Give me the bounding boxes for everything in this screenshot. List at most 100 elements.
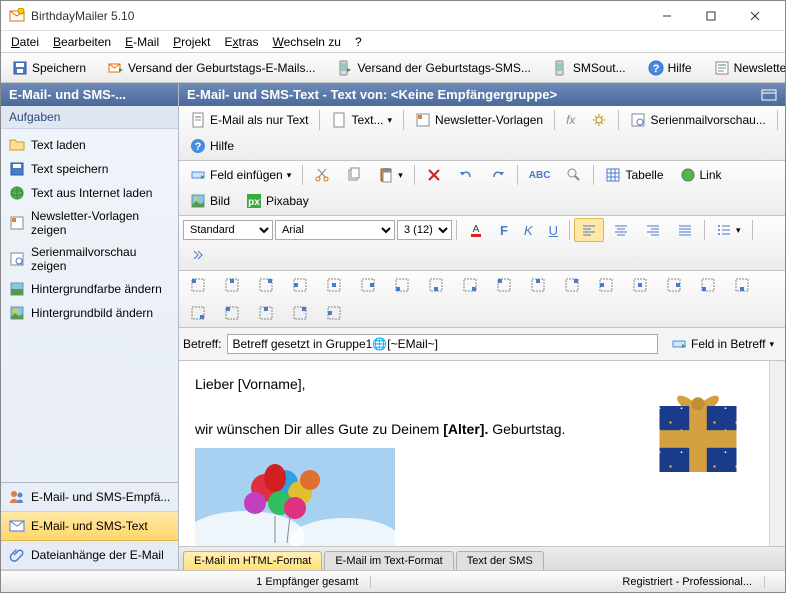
menu-help[interactable]: ? [349,33,368,51]
tab-sms[interactable]: Text der SMS [456,551,544,570]
align-center-button[interactable] [606,218,636,242]
vertical-scrollbar[interactable] [769,361,785,546]
insert-field-button[interactable]: Feld einfügen▾ [183,163,298,187]
layout-btn-11[interactable] [557,273,587,297]
task-text-laden[interactable]: Text laden [1,133,178,157]
title-bar: BirthdayMailer 5.10 [1,1,785,31]
layout-btn-4[interactable] [319,273,349,297]
task-preview[interactable]: Serienmailvorschau zeigen [1,241,178,277]
maximize-button[interactable] [689,2,733,30]
field-in-subject-button[interactable]: Feld in Betreff▾ [664,332,781,356]
list-button[interactable]: ▾ [709,218,748,242]
tab-text[interactable]: E-Mail im Text-Format [324,551,453,570]
italic-button[interactable]: K [517,219,540,242]
style-select[interactable]: Standard [183,220,273,240]
layout-btn-1[interactable] [217,273,247,297]
pixabay-button[interactable]: pxPixabay [239,189,316,213]
svg-text:?: ? [652,63,659,75]
undo-button[interactable] [451,163,481,187]
layout-btn-14[interactable] [659,273,689,297]
smsout-button[interactable]: SMSout... [546,56,633,80]
nav-text[interactable]: E-Mail- und SMS-Text [1,512,178,541]
layout-icon [734,277,750,293]
paste-button[interactable]: ▾ [371,163,410,187]
delete-button[interactable] [419,163,449,187]
help2-button[interactable]: ?Hilfe [183,134,241,158]
task-text-internet[interactable]: Text aus Internet laden [1,181,178,205]
layout-btn-15[interactable] [693,273,723,297]
layout-icon [666,277,682,293]
task-newsletter-templates[interactable]: Newsletter-Vorlagen zeigen [1,205,178,241]
layout-btn-2[interactable] [251,273,281,297]
layout-btn-3[interactable] [285,273,315,297]
layout-btn-19[interactable] [251,301,281,325]
open-icon [9,137,25,153]
text-button[interactable]: Text...▾ [324,108,399,132]
cut-button[interactable] [307,163,337,187]
templates-button[interactable]: Newsletter-Vorlagen [408,108,550,132]
layout-btn-20[interactable] [285,301,315,325]
layout-btn-21[interactable] [319,301,349,325]
bold-button[interactable]: F [493,219,515,242]
size-select[interactable]: 3 (12) [397,220,452,240]
field-icon [190,167,206,183]
minimize-button[interactable] [645,2,689,30]
layout-btn-18[interactable] [217,301,247,325]
layout-btn-8[interactable] [455,273,485,297]
plain-text-button[interactable]: E-Mail als nur Text [183,108,315,132]
task-text-speichern[interactable]: Text speichern [1,157,178,181]
email-editor[interactable]: Lieber [Vorname], wir wünschen Dir alles… [179,361,769,546]
align-justify-button[interactable] [670,218,700,242]
pixabay-icon: px [246,193,262,209]
layout-btn-9[interactable] [489,273,519,297]
layout-btn-0[interactable] [183,273,213,297]
menu-projekt[interactable]: Projekt [167,33,216,51]
spellcheck-button[interactable]: ABC [522,166,558,185]
menu-email[interactable]: E-Mail [119,33,165,51]
layout-btn-16[interactable] [727,273,757,297]
layout-btn-10[interactable] [523,273,553,297]
app-icon [9,8,25,24]
layout-btn-13[interactable] [625,273,655,297]
align-right-button[interactable] [638,218,668,242]
menu-wechseln[interactable]: Wechseln zu [267,33,347,51]
send-emails-button[interactable]: Versand der Geburtstags-E-Mails... [101,56,322,80]
mailpreview-button[interactable]: Serienmailvorschau... [623,108,772,132]
copy-button[interactable] [339,163,369,187]
align-left-button[interactable] [574,218,604,242]
find-button[interactable] [559,163,589,187]
help-button[interactable]: ?Hilfe [641,56,699,80]
layout-btn-17[interactable] [183,301,213,325]
close-button[interactable] [733,2,777,30]
tools-button[interactable] [584,108,614,132]
link-button[interactable]: Link [673,163,729,187]
menu-bearbeiten[interactable]: Bearbeiten [47,33,117,51]
nav-recipients[interactable]: E-Mail- und SMS-Empfä... [1,483,178,512]
tab-html[interactable]: E-Mail im HTML-Format [183,551,322,570]
more-format-button[interactable] [183,244,213,268]
layout-btn-6[interactable] [387,273,417,297]
fx-button[interactable]: fx [559,109,582,131]
color-button[interactable]: A [461,218,491,242]
layout-btn-5[interactable] [353,273,383,297]
table-button[interactable]: Tabelle [598,163,670,187]
task-bgcolor[interactable]: Hintergrundfarbe ändern [1,277,178,301]
newsletter-software-button[interactable]: Newsletter-Versand-Softw [707,56,785,80]
layout-btn-7[interactable] [421,273,451,297]
image-button[interactable]: Bild [183,189,237,213]
redo-button[interactable] [483,163,513,187]
menu-datei[interactable]: Datei [5,33,45,51]
send-sms-button[interactable]: Versand der Geburtstags-SMS... [330,56,537,80]
task-bgimage[interactable]: Hintergrundbild ändern [1,301,178,325]
save-button[interactable]: Speichern [5,56,93,80]
help-icon: ? [648,60,664,76]
nav-attachments[interactable]: Dateianhänge der E-Mail [1,541,178,570]
subject-input[interactable] [227,334,658,354]
underline-button[interactable]: U [542,219,565,242]
sidebar: E-Mail- und SMS-... Aufgaben Text laden … [1,83,179,570]
layout-icon [360,277,376,293]
layout-btn-12[interactable] [591,273,621,297]
font-select[interactable]: Arial [275,220,395,240]
menu-extras[interactable]: Extras [218,33,264,51]
collapse-icon[interactable] [761,89,777,101]
